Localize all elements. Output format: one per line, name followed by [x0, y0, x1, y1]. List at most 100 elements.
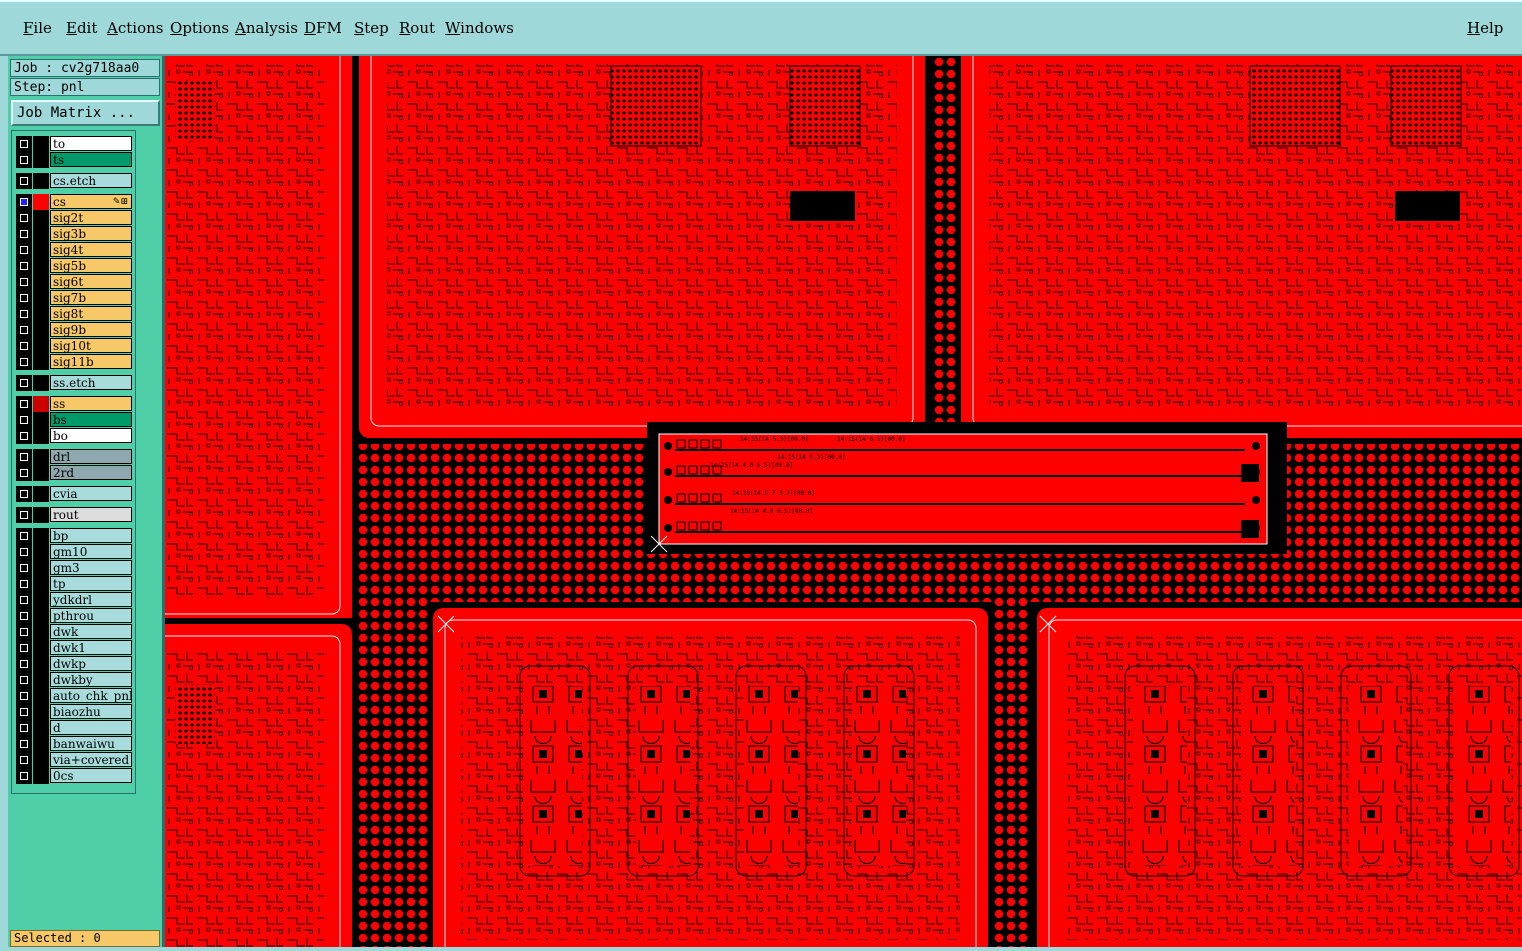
layer-display-checkbox[interactable]	[16, 194, 32, 210]
layer-display-checkbox[interactable]	[16, 412, 32, 428]
layer-name[interactable]: ts	[50, 152, 132, 167]
layer-name[interactable]: sig9b	[50, 322, 132, 337]
layer-color-swatch[interactable]	[33, 396, 49, 412]
layer-row-sig7b[interactable]: sig7b	[16, 290, 135, 306]
layer-name[interactable]: 0cs	[50, 768, 132, 783]
layer-color-swatch[interactable]	[33, 544, 49, 560]
menu-windows[interactable]: Windows	[445, 19, 514, 37]
layer-color-swatch[interactable]	[33, 720, 49, 736]
layer-name[interactable]: ss.etch	[50, 375, 132, 390]
layer-display-checkbox[interactable]	[16, 624, 32, 640]
layer-color-swatch[interactable]	[33, 258, 49, 274]
layer-row-ts[interactable]: ts	[16, 152, 135, 168]
layer-name[interactable]: cvia	[50, 486, 132, 501]
menu-file[interactable]: File	[23, 19, 52, 37]
layer-color-swatch[interactable]	[33, 210, 49, 226]
layer-color-swatch[interactable]	[33, 290, 49, 306]
layer-row-d[interactable]: d	[16, 720, 135, 736]
layer-name[interactable]: dwk1	[50, 640, 132, 655]
layer-row-sig3b[interactable]: sig3b	[16, 226, 135, 242]
layer-name[interactable]: auto_chk_pnl	[50, 688, 132, 703]
layer-color-swatch[interactable]	[33, 704, 49, 720]
layer-row-sig5b[interactable]: sig5b	[16, 258, 135, 274]
layer-name[interactable]: banwaiwu	[50, 736, 132, 751]
layer-name[interactable]: dwk	[50, 624, 132, 639]
layer-display-checkbox[interactable]	[16, 608, 32, 624]
layer-row-tp[interactable]: tp	[16, 576, 135, 592]
layer-name[interactable]: pthrou	[50, 608, 132, 623]
layer-row-cs.etch[interactable]: cs.etch	[16, 173, 135, 189]
layer-row-2rd[interactable]: 2rd	[16, 465, 135, 481]
layer-display-checkbox[interactable]	[16, 152, 32, 168]
layer-row-dwk[interactable]: dwk	[16, 624, 135, 640]
layer-color-swatch[interactable]	[33, 274, 49, 290]
layer-color-swatch[interactable]	[33, 375, 49, 391]
layer-display-checkbox[interactable]	[16, 242, 32, 258]
layer-display-checkbox[interactable]	[16, 752, 32, 768]
layer-display-checkbox[interactable]	[16, 173, 32, 189]
layer-color-swatch[interactable]	[33, 486, 49, 502]
layer-color-swatch[interactable]	[33, 688, 49, 704]
layer-row-bp[interactable]: bp	[16, 528, 135, 544]
layer-display-checkbox[interactable]	[16, 258, 32, 274]
layer-name[interactable]: tp	[50, 576, 132, 591]
layer-display-checkbox[interactable]	[16, 704, 32, 720]
layer-name[interactable]: via+covered	[50, 752, 132, 767]
layer-color-swatch[interactable]	[33, 624, 49, 640]
layer-row-dwkby[interactable]: dwkby	[16, 672, 135, 688]
layer-display-checkbox[interactable]	[16, 736, 32, 752]
layer-name[interactable]: sig2t	[50, 210, 132, 225]
layer-display-checkbox[interactable]	[16, 640, 32, 656]
layer-display-checkbox[interactable]	[16, 528, 32, 544]
menu-help[interactable]: Help	[1467, 19, 1503, 37]
menu-options[interactable]: Options	[170, 19, 229, 37]
layer-display-checkbox[interactable]	[16, 290, 32, 306]
layer-row-cvia[interactable]: cvia	[16, 486, 135, 502]
layer-name[interactable]: sig10t	[50, 338, 132, 353]
layer-display-checkbox[interactable]	[16, 720, 32, 736]
layer-name[interactable]: to	[50, 136, 132, 151]
layer-color-swatch[interactable]	[33, 592, 49, 608]
layer-display-checkbox[interactable]	[16, 656, 32, 672]
layer-display-checkbox[interactable]	[16, 226, 32, 242]
layer-name[interactable]: biaozhu	[50, 704, 132, 719]
layer-row-sig2t[interactable]: sig2t	[16, 210, 135, 226]
layer-row-ss.etch[interactable]: ss.etch	[16, 375, 135, 391]
layer-display-checkbox[interactable]	[16, 210, 32, 226]
layer-display-checkbox[interactable]	[16, 576, 32, 592]
layer-color-swatch[interactable]	[33, 194, 49, 210]
layer-display-checkbox[interactable]	[16, 338, 32, 354]
layer-color-swatch[interactable]	[33, 465, 49, 481]
layer-color-swatch[interactable]	[33, 412, 49, 428]
layer-name[interactable]: bs	[50, 412, 132, 427]
menu-edit[interactable]: Edit	[66, 19, 97, 37]
layer-name[interactable]: sig4t	[50, 242, 132, 257]
layer-row-0cs[interactable]: 0cs	[16, 768, 135, 784]
layer-name[interactable]: rout	[50, 507, 132, 522]
layer-name[interactable]: sig3b	[50, 226, 132, 241]
layer-row-sig8t[interactable]: sig8t	[16, 306, 135, 322]
layer-name[interactable]: gm10	[50, 544, 132, 559]
layer-color-swatch[interactable]	[33, 338, 49, 354]
layer-color-swatch[interactable]	[33, 640, 49, 656]
layer-row-dwk1[interactable]: dwk1	[16, 640, 135, 656]
layer-row-biaozhu[interactable]: biaozhu	[16, 704, 135, 720]
layer-color-swatch[interactable]	[33, 354, 49, 370]
layer-display-checkbox[interactable]	[16, 396, 32, 412]
layer-row-to[interactable]: to	[16, 136, 135, 152]
layer-color-swatch[interactable]	[33, 528, 49, 544]
layer-display-checkbox[interactable]	[16, 544, 32, 560]
layer-name[interactable]: bo	[50, 428, 132, 443]
menu-step[interactable]: Step	[354, 19, 389, 37]
layer-row-ydkdrl[interactable]: ydkdrl	[16, 592, 135, 608]
menu-rout[interactable]: Rout	[399, 19, 435, 37]
layer-color-swatch[interactable]	[33, 768, 49, 784]
layer-color-swatch[interactable]	[33, 752, 49, 768]
layer-color-swatch[interactable]	[33, 672, 49, 688]
layer-color-swatch[interactable]	[33, 608, 49, 624]
layer-color-swatch[interactable]	[33, 226, 49, 242]
layer-color-swatch[interactable]	[33, 560, 49, 576]
layer-color-swatch[interactable]	[33, 736, 49, 752]
layer-row-auto_chk_pnl[interactable]: auto_chk_pnl	[16, 688, 135, 704]
layer-name[interactable]: ydkdrl	[50, 592, 132, 607]
